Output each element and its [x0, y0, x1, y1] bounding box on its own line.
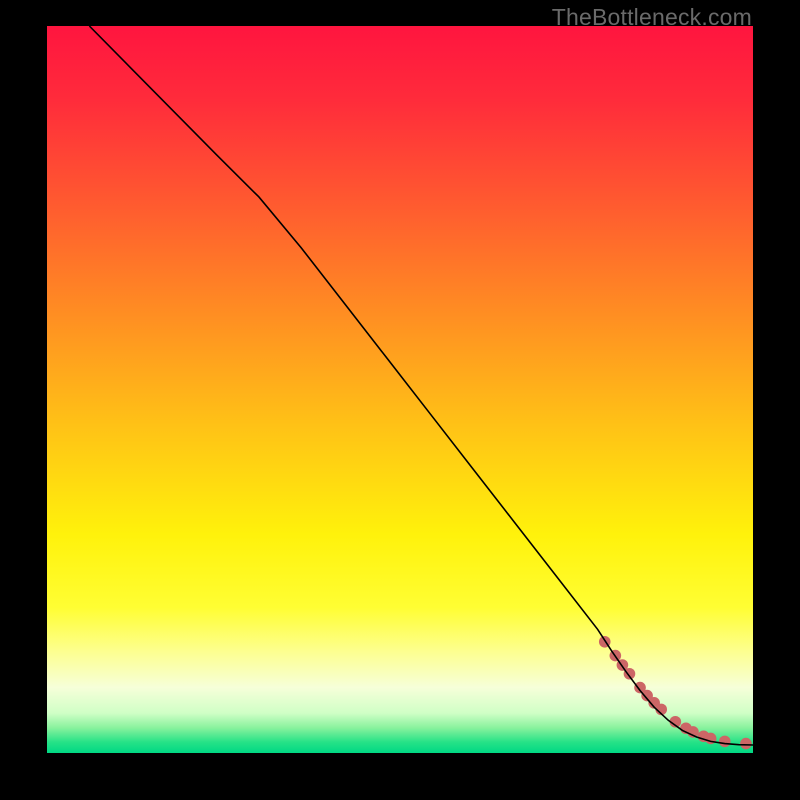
chart-frame: TheBottleneck.com: [0, 0, 800, 800]
data-point: [740, 738, 752, 750]
data-point: [719, 736, 731, 748]
plot-area: [47, 26, 753, 753]
plot-svg: [47, 26, 753, 753]
gradient-background: [47, 26, 753, 753]
